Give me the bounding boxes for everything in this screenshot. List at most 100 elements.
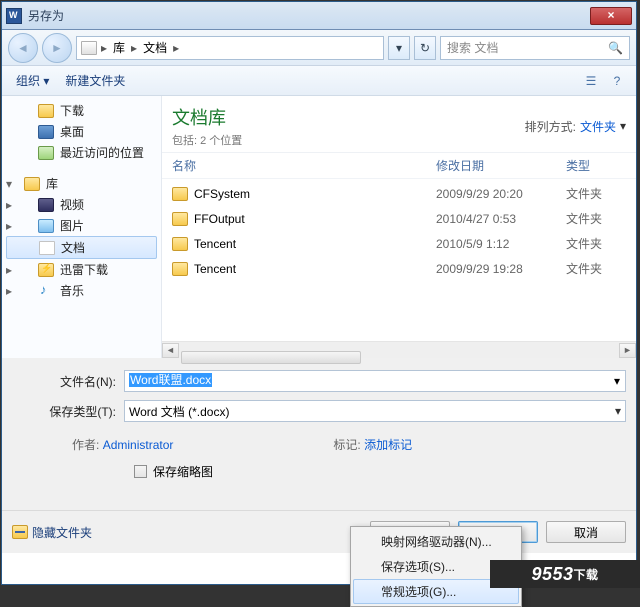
arrange-by[interactable]: 排列方式: 文件夹 ▾ bbox=[525, 104, 626, 148]
video-icon bbox=[38, 198, 54, 212]
hide-folders-icon bbox=[12, 525, 28, 539]
save-as-dialog: 另存为 × ◄ ► ▸ 库 ▸ 文档 ▸ ▾ ↻ 搜索 文档 🔍 组织 ▾ 新建… bbox=[1, 1, 637, 585]
menu-map-network-drive[interactable]: 映射网络驱动器(N)... bbox=[353, 529, 519, 554]
column-type[interactable]: 类型 bbox=[566, 157, 626, 174]
tree-music[interactable]: ▸ 音乐 bbox=[2, 280, 161, 301]
filetype-combo[interactable]: Word 文档 (*.docx) ▾ bbox=[124, 400, 626, 422]
filename-label: 文件名(N): bbox=[12, 373, 124, 390]
expander-icon[interactable]: ▾ bbox=[6, 177, 16, 191]
folder-icon bbox=[81, 41, 97, 55]
tree-pictures[interactable]: ▸图片 bbox=[2, 215, 161, 236]
cancel-button[interactable]: 取消 bbox=[546, 521, 626, 543]
save-thumbnail-checkbox[interactable] bbox=[134, 465, 147, 478]
folder-icon bbox=[172, 237, 188, 251]
search-icon: 🔍 bbox=[608, 41, 623, 55]
tree-documents[interactable]: 文档 bbox=[6, 236, 157, 259]
tags-field[interactable]: 标记: 添加标记 bbox=[333, 436, 412, 453]
forward-button[interactable]: ► bbox=[42, 33, 72, 63]
column-modified[interactable]: 修改日期 bbox=[436, 157, 566, 174]
tree-thunder[interactable]: ▸ 迅雷下载 bbox=[2, 259, 161, 280]
new-folder-button[interactable]: 新建文件夹 bbox=[59, 70, 131, 91]
folder-icon bbox=[172, 212, 188, 226]
file-row[interactable]: FFOutput2010/4/27 0:53文件夹 bbox=[172, 206, 626, 231]
tree-downloads[interactable]: 下载 bbox=[2, 100, 161, 121]
folder-icon bbox=[172, 187, 188, 201]
file-type: 文件夹 bbox=[566, 260, 626, 277]
expander-icon[interactable]: ▸ bbox=[6, 263, 16, 277]
tree-label: 迅雷下载 bbox=[60, 261, 108, 278]
breadcrumb-documents[interactable]: 文档 bbox=[141, 39, 169, 56]
file-row[interactable]: Tencent2010/5/9 1:12文件夹 bbox=[172, 231, 626, 256]
address-bar[interactable]: ▸ 库 ▸ 文档 ▸ bbox=[76, 36, 384, 60]
dialog-title: 另存为 bbox=[28, 7, 64, 24]
tree-label: 视频 bbox=[60, 196, 84, 213]
form-area: 文件名(N): Word联盟.docx ▾ 保存类型(T): Word 文档 (… bbox=[2, 358, 636, 510]
filetype-label: 保存类型(T): bbox=[12, 403, 124, 420]
back-button[interactable]: ◄ bbox=[8, 33, 38, 63]
close-button[interactable]: × bbox=[590, 7, 632, 25]
search-input[interactable]: 搜索 文档 🔍 bbox=[440, 36, 630, 60]
file-name: FFOutput bbox=[194, 212, 245, 226]
organize-button[interactable]: 组织 ▾ bbox=[10, 70, 55, 91]
tree-videos[interactable]: ▸ 视频 bbox=[2, 194, 161, 215]
save-thumbnail-label: 保存缩略图 bbox=[153, 463, 213, 480]
tree-desktop[interactable]: 桌面 bbox=[2, 121, 161, 142]
file-name: Tencent bbox=[194, 237, 236, 251]
folder-icon bbox=[172, 262, 188, 276]
expander-icon[interactable]: ▸ bbox=[6, 198, 16, 212]
file-rows: CFSystem2009/9/29 20:20文件夹FFOutput2010/4… bbox=[162, 179, 636, 283]
library-header: 文档库 包括: 2 个位置 排列方式: 文件夹 ▾ bbox=[162, 96, 636, 153]
scroll-left-button[interactable]: ◄ bbox=[162, 343, 179, 358]
chevron-down-icon: ▾ bbox=[43, 74, 49, 88]
chevron-down-icon[interactable]: ▾ bbox=[614, 374, 620, 388]
file-type: 文件夹 bbox=[566, 185, 626, 202]
tree-label: 文档 bbox=[61, 239, 85, 256]
tags-placeholder[interactable]: 添加标记 bbox=[364, 438, 412, 452]
library-subtitle: 包括: 2 个位置 bbox=[172, 132, 242, 148]
thunder-icon bbox=[38, 263, 54, 277]
author-field[interactable]: 作者: Administrator bbox=[72, 436, 173, 453]
expander-icon[interactable]: ▸ bbox=[6, 219, 16, 233]
address-dropdown[interactable]: ▾ bbox=[388, 36, 410, 60]
arrange-by-label: 排列方式: bbox=[525, 118, 576, 135]
scroll-thumb[interactable] bbox=[181, 351, 361, 364]
tree-label: 库 bbox=[46, 175, 58, 192]
tree-label: 音乐 bbox=[60, 282, 84, 299]
chevron-down-icon: ▾ bbox=[615, 404, 621, 418]
help-button[interactable]: ? bbox=[606, 71, 628, 91]
file-row[interactable]: CFSystem2009/9/29 20:20文件夹 bbox=[172, 181, 626, 206]
arrange-by-value[interactable]: 文件夹 bbox=[580, 118, 616, 135]
column-name[interactable]: 名称 bbox=[172, 157, 436, 174]
chevron-down-icon: ▾ bbox=[620, 119, 626, 133]
library-title: 文档库 bbox=[172, 104, 242, 130]
save-thumbnail-row[interactable]: 保存缩略图 bbox=[12, 463, 626, 480]
scroll-right-button[interactable]: ► bbox=[619, 343, 636, 358]
filename-input[interactable]: Word联盟.docx bbox=[124, 370, 626, 392]
refresh-button[interactable]: ↻ bbox=[414, 36, 436, 60]
file-modified: 2009/9/29 19:28 bbox=[436, 262, 566, 276]
tree-label: 下载 bbox=[60, 102, 84, 119]
file-name: CFSystem bbox=[194, 187, 250, 201]
author-label: 作者: bbox=[72, 438, 99, 452]
hide-folders-label: 隐藏文件夹 bbox=[32, 524, 92, 541]
expander-icon[interactable]: ▸ bbox=[6, 284, 16, 298]
author-value[interactable]: Administrator bbox=[103, 438, 174, 452]
column-headers[interactable]: 名称 修改日期 类型 bbox=[162, 153, 636, 179]
view-options-button[interactable]: ☰ bbox=[580, 71, 602, 91]
navigation-tree[interactable]: 下载 桌面 最近访问的位置 ▾库 ▸视频 ▸图片 文档 ▸迅雷下载 ▸音乐 bbox=[2, 96, 162, 358]
horizontal-scrollbar[interactable]: ◄ ► bbox=[162, 341, 636, 358]
hide-folders-link[interactable]: 隐藏文件夹 bbox=[12, 524, 92, 541]
toolbar: 组织 ▾ 新建文件夹 ☰ ? bbox=[2, 66, 636, 96]
filetype-value: Word 文档 (*.docx) bbox=[129, 403, 229, 420]
tree-recent-places[interactable]: 最近访问的位置 bbox=[2, 142, 161, 163]
file-row[interactable]: Tencent2009/9/29 19:28文件夹 bbox=[172, 256, 626, 281]
pictures-icon bbox=[38, 219, 54, 233]
tree-library[interactable]: ▾库 bbox=[2, 173, 161, 194]
tree-label: 桌面 bbox=[60, 123, 84, 140]
file-list-pane: 文档库 包括: 2 个位置 排列方式: 文件夹 ▾ 名称 修改日期 类型 CFS… bbox=[162, 96, 636, 358]
file-type: 文件夹 bbox=[566, 210, 626, 227]
titlebar[interactable]: 另存为 × bbox=[2, 2, 636, 30]
downloads-icon bbox=[38, 104, 54, 118]
search-placeholder: 搜索 文档 bbox=[447, 39, 498, 56]
breadcrumb-library[interactable]: 库 bbox=[111, 39, 127, 56]
